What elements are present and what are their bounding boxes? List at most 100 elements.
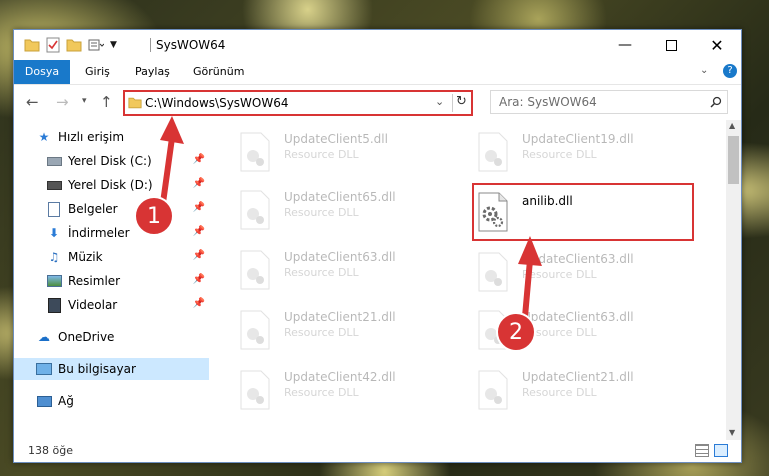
help-icon[interactable]: ?	[723, 64, 737, 78]
picture-icon	[46, 273, 62, 289]
search-icon[interactable]	[710, 96, 722, 108]
download-arrow-icon: ⬇	[48, 226, 60, 240]
pin-icon[interactable]: 📌	[193, 298, 205, 309]
file-item[interactable]: UpdateClient5.dll Resource DLL	[228, 126, 448, 176]
tab-home[interactable]: Giriş	[85, 60, 110, 84]
new-folder-icon[interactable]	[66, 38, 82, 52]
file-item[interactable]: UpdateClient42.dll Resource DLL	[228, 364, 448, 414]
minimize-button[interactable]: —	[602, 30, 648, 60]
status-bar: 138 öğe	[14, 440, 741, 462]
sidebar-item-label: Ağ	[58, 394, 74, 408]
details-view-icon[interactable]	[695, 444, 709, 457]
file-type: Resource DLL	[522, 148, 597, 161]
drive-icon	[46, 153, 62, 169]
file-name: UpdateClient63.dll	[284, 250, 396, 264]
callout-badge-1: 1	[134, 196, 174, 236]
sidebar-item-videos[interactable]: Videolar 📌	[14, 294, 209, 316]
ribbon: Dosya Giriş Paylaş Görünüm ⌄ ?	[14, 60, 741, 85]
properties-icon[interactable]	[46, 37, 60, 53]
tab-file[interactable]: Dosya	[14, 60, 70, 84]
tab-view[interactable]: Görünüm	[193, 60, 244, 84]
dll-file-icon	[240, 370, 270, 410]
title-bar: ▼ SysWOW64 — ✕	[14, 30, 741, 60]
sidebar-item-downloads[interactable]: ⬇ İndirmeler 📌	[14, 222, 209, 244]
dll-file-icon	[478, 132, 508, 172]
file-name: UpdateClient42.dll	[284, 370, 396, 384]
sidebar-item-onedrive[interactable]: ☁ OneDrive	[14, 326, 209, 348]
folder-icon	[128, 97, 142, 109]
refresh-icon[interactable]: ↻	[456, 94, 467, 109]
file-name: UpdateClient5.dll	[284, 132, 388, 146]
music-note-icon: ♫	[48, 250, 60, 264]
close-button[interactable]: ✕	[694, 30, 740, 60]
quick-access-toolbar: ▼	[24, 37, 117, 53]
sidebar-item-label: Hızlı erişim	[58, 130, 125, 144]
file-item[interactable]: UpdateClient19.dll Resource DLL	[466, 126, 686, 176]
window-title: SysWOW64	[156, 38, 226, 52]
dll-file-icon	[240, 132, 270, 172]
dll-file-icon	[240, 310, 270, 350]
file-name: UpdateClient21.dll	[284, 310, 396, 324]
pin-icon[interactable]: 📌	[193, 250, 205, 261]
ribbon-expand-icon[interactable]: ⌄	[700, 65, 708, 76]
file-name: UpdateClient21.dll	[522, 370, 634, 384]
sidebar-item-network[interactable]: Ağ	[14, 390, 209, 412]
computer-icon	[36, 361, 52, 377]
folder-icon[interactable]	[24, 38, 40, 52]
file-name: UpdateClient65.dll	[284, 190, 396, 204]
sidebar-item-this-pc[interactable]: Bu bilgisayar	[14, 358, 209, 380]
maximize-button[interactable]	[648, 30, 694, 60]
pin-icon[interactable]: 📌	[193, 226, 205, 237]
minimize-icon: —	[618, 37, 632, 53]
file-type: Resource DLL	[522, 386, 597, 399]
file-type: Resource DLL	[284, 386, 359, 399]
file-item[interactable]: UpdateClient63.dll Resource DLL	[228, 244, 448, 294]
search-box[interactable]: Ara: SysWOW64	[490, 90, 728, 114]
file-item[interactable]: UpdateClient63.dll Resource DLL	[466, 246, 686, 296]
scroll-up-icon[interactable]: ▲	[729, 121, 735, 130]
sidebar-item-label: Bu bilgisayar	[58, 362, 136, 376]
cloud-icon: ☁	[38, 330, 50, 344]
sidebar-item-label: İndirmeler	[68, 226, 130, 240]
file-list-pane: UpdateClient5.dll Resource DLL UpdateCli…	[210, 120, 726, 440]
file-item[interactable]: UpdateClient65.dll Resource DLL	[228, 184, 448, 234]
back-arrow-icon[interactable]: ←	[26, 93, 39, 111]
document-icon	[46, 201, 62, 217]
file-type: Resource DLL	[284, 326, 359, 339]
dll-file-icon	[478, 370, 508, 410]
scrollbar-thumb[interactable]	[728, 136, 739, 184]
dll-file-icon	[240, 250, 270, 290]
file-item[interactable]: UpdateClient21.dll Resource DLL	[466, 364, 686, 414]
item-count: 138 öğe	[28, 444, 73, 457]
file-type: Resource DLL	[284, 148, 359, 161]
sidebar-item-music[interactable]: ♫ Müzik 📌	[14, 246, 209, 268]
search-input[interactable]: Ara: SysWOW64	[499, 95, 597, 109]
explorer-window: ▼ SysWOW64 — ✕ Dosya Giriş Paylaş Görünü…	[13, 29, 742, 463]
recent-dropdown-icon[interactable]: ▾	[82, 96, 87, 106]
up-arrow-icon[interactable]: ↑	[100, 93, 113, 111]
file-item[interactable]: UpdateClient21.dll Resource DLL	[228, 304, 448, 354]
vertical-scrollbar[interactable]: ▲ ▼	[726, 120, 741, 440]
close-icon: ✕	[710, 35, 724, 55]
file-type: Resource DLL	[284, 206, 359, 219]
qa-dropdown-icon[interactable]: ▼	[110, 40, 117, 50]
drive-icon	[46, 177, 62, 193]
dll-file-icon	[240, 190, 270, 230]
sidebar-item-label: Belgeler	[68, 202, 118, 216]
file-name: UpdateClient19.dll	[522, 132, 634, 146]
tab-share[interactable]: Paylaş	[135, 60, 170, 84]
title-divider	[150, 38, 151, 52]
scroll-down-icon[interactable]: ▼	[729, 428, 735, 437]
star-icon: ★	[38, 130, 50, 144]
sidebar-item-pictures[interactable]: Resimler 📌	[14, 270, 209, 292]
network-icon	[36, 393, 52, 409]
address-dropdown-icon[interactable]: ⌄	[435, 95, 444, 108]
sidebar-item-label: Resimler	[68, 274, 121, 288]
forward-arrow-icon[interactable]: →	[56, 93, 69, 111]
address-divider	[452, 94, 453, 112]
maximize-icon	[665, 39, 677, 51]
large-icons-view-icon[interactable]	[714, 444, 728, 457]
pin-icon[interactable]: 📌	[193, 274, 205, 285]
customize-icon[interactable]	[88, 38, 104, 52]
navigation-bar: ← → ▾ ↑ C:\Windows\SysWOW64 ⌄ ↻ Ara: Sys…	[14, 85, 741, 119]
